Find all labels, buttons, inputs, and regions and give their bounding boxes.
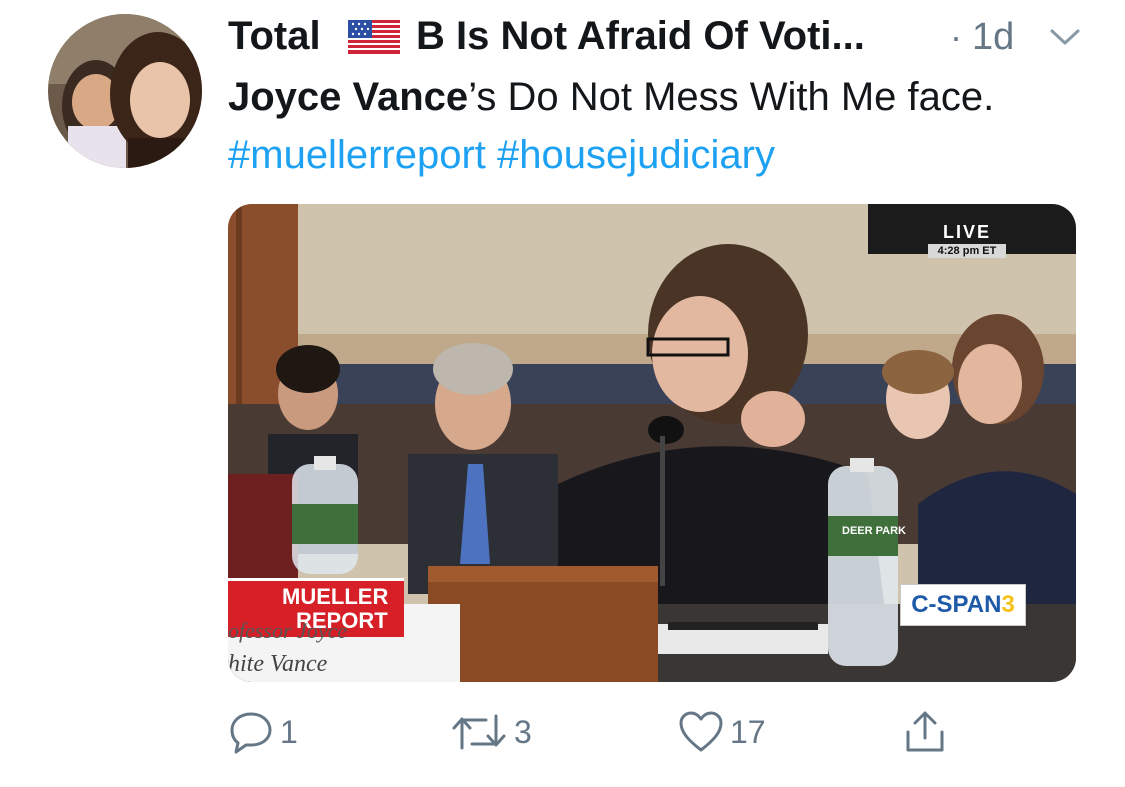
water-bottle-left — [292, 456, 358, 574]
share-action[interactable] — [902, 710, 948, 754]
retweet-count: 3 — [514, 713, 532, 750]
heart-icon[interactable] — [678, 710, 724, 754]
hashtag-muellerreport[interactable]: #muellerreport — [228, 133, 486, 177]
tweet-text: Joyce Vance’s Do Not Mess With Me face. … — [228, 68, 1088, 184]
share-icon[interactable] — [902, 710, 948, 754]
live-time: 4:28 pm ET — [928, 244, 1006, 258]
reply-count: 1 — [280, 713, 298, 750]
author-avatar[interactable] — [48, 14, 202, 168]
reply-icon[interactable] — [228, 710, 274, 754]
tweet-body-text: ’s Do Not Mess With Me face. — [468, 75, 995, 119]
like-action[interactable]: 17 — [678, 710, 766, 754]
cspan-logo-text: C-SPAN — [911, 591, 1002, 618]
tweet-time[interactable]: 1d — [972, 16, 1014, 59]
like-count: 17 — [730, 713, 766, 750]
live-label: LIVE — [942, 222, 991, 242]
water-bottle-right: DEER PARK — [828, 458, 906, 666]
retweet-icon[interactable] — [450, 710, 508, 754]
tweet-header: Total B Is Not Afraid Of Voti... · 1d — [228, 8, 1098, 62]
retweet-action[interactable]: 3 — [450, 710, 532, 754]
live-badge: LIVE 4:28 pm ET — [928, 222, 1006, 258]
author-name[interactable]: Total — [228, 14, 321, 59]
nameplate-line-1: ofessor Joyce — [228, 618, 348, 643]
nameplate-line-2: hite Vance — [228, 651, 328, 677]
profile-photo — [48, 14, 202, 168]
banner-line-1: MUELLER — [282, 584, 389, 609]
reply-action[interactable]: 1 — [228, 710, 298, 754]
chevron-down-icon[interactable] — [1048, 26, 1082, 48]
hashtag-housejudiciary[interactable]: #housejudiciary — [497, 133, 775, 177]
author-name-continued[interactable]: B Is Not Afraid Of Voti... — [416, 14, 865, 59]
time-separator: · — [950, 16, 962, 57]
bottle-brand-label: DEER PARK — [842, 525, 906, 537]
us-flag-icon — [348, 20, 400, 54]
mentioned-name: Joyce Vance — [228, 75, 469, 119]
cspan-logo: C-SPAN 3 — [900, 584, 1026, 626]
tweet-media-video[interactable]: DEER PARK LIVE 4:28 pm ET MUELLER REPORT… — [228, 204, 1076, 682]
cspan-logo-number: 3 — [1001, 591, 1015, 618]
